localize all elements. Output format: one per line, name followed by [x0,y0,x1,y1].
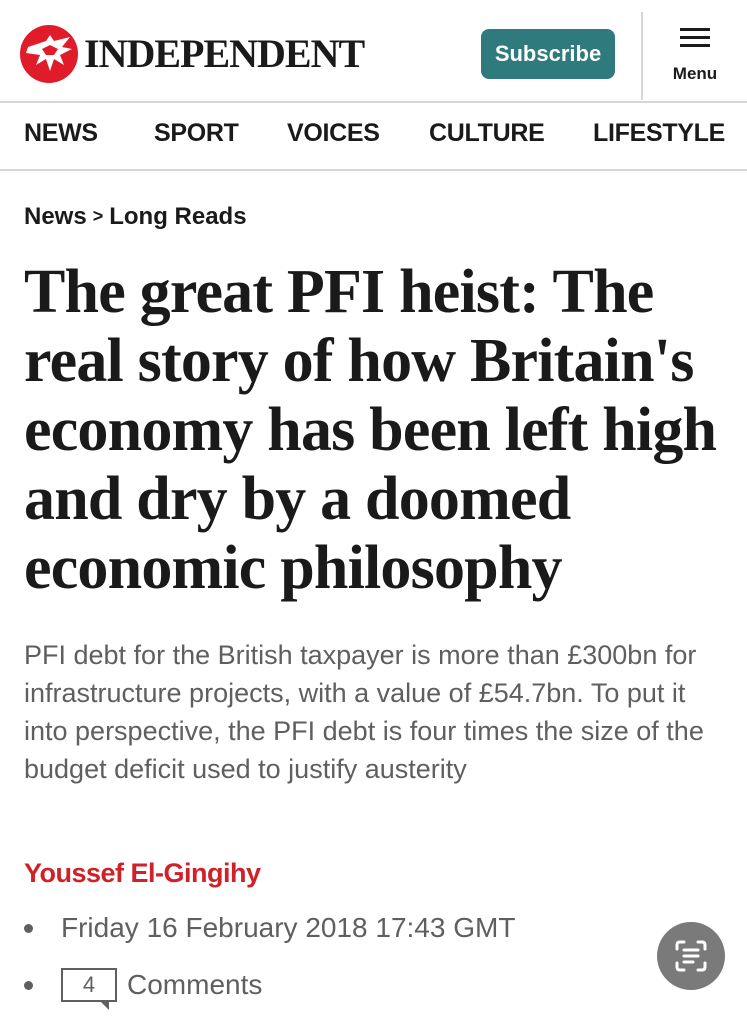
eagle-icon [20,25,78,83]
menu-button[interactable]: Menu [655,22,735,92]
nav-item-lifestyle[interactable]: LIFESTYLE [593,119,725,148]
breadcrumb-news[interactable]: News [24,203,87,230]
comments-row: 4 Comments [24,968,262,1010]
bullet-icon [24,923,33,933]
header-divider [641,12,643,100]
menu-label: Menu [672,64,718,83]
author-link[interactable]: Youssef El-Gingihy [24,858,261,889]
comments-link[interactable]: Comments [127,969,262,1001]
article-standfirst: PFI debt for the British taxpayer is mor… [24,640,704,784]
nav-item-voices[interactable]: VOICES [287,119,380,148]
site-header: INDEPENDENT Subscribe Menu [0,0,747,103]
hamburger-menu-icon [680,28,710,48]
article-headline: The great PFI heist: The real story of h… [24,258,717,602]
breadcrumb: News > Long Reads [24,203,247,231]
site-logo[interactable]: INDEPENDENT [20,24,365,84]
breadcrumb-long-reads[interactable]: Long Reads [109,203,246,230]
publish-date-row: Friday 16 February 2018 17:43 GMT [24,912,515,944]
nav-item-news[interactable]: NEWS [24,119,98,148]
publish-date: Friday 16 February 2018 17:43 GMT [61,912,516,943]
breadcrumb-separator: > [92,206,104,226]
subscribe-button[interactable]: Subscribe [481,29,615,79]
text-scan-button[interactable] [657,922,725,990]
comment-count-icon[interactable]: 4 [61,968,117,1010]
text-scan-icon [675,940,707,972]
bullet-icon [24,980,33,990]
brand-wordmark: INDEPENDENT [84,31,365,76]
section-nav: NEWS SPORT VOICES CULTURE LIFESTYLE [0,103,747,171]
nav-item-sport[interactable]: SPORT [154,119,239,148]
nav-item-culture[interactable]: CULTURE [429,119,545,148]
